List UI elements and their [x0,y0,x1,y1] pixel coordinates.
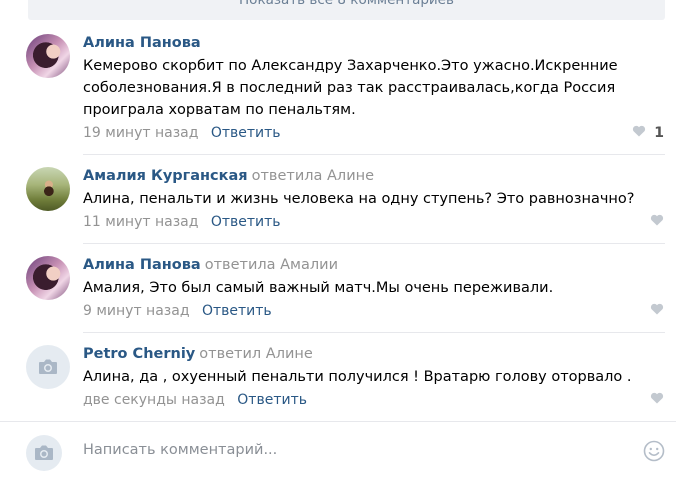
avatar[interactable] [26,345,70,389]
comment-time[interactable]: 9 минут назад [83,303,190,319]
comment-text-line: Алина, да , охуенный пенальти получился … [83,369,632,385]
comment-text-line: Амалия, Это был самый важный матч.Мы оче… [83,280,554,296]
comment-time[interactable]: 11 минут назад [83,214,198,230]
author-name[interactable]: Petro Cherniy [83,346,195,362]
reply-button[interactable]: Ответить [202,303,272,319]
comment-meta: две секунды назад Ответить [83,392,307,408]
comment-text-line: Кемерово скорбит по Александру Захарченк… [83,58,618,74]
comment-divider [83,332,665,333]
smile-icon [643,440,665,462]
heart-icon [650,392,664,408]
comment-meta: 11 минут назад Ответить [83,214,281,230]
comment-text: Алина, пенальти и жизнь человека на одну… [83,188,643,210]
composer-avatar [26,435,62,471]
like-button[interactable]: 1 [632,125,664,141]
comment-input[interactable]: Написать комментарий... [83,442,277,458]
comment-text: Амалия, Это был самый важный матч.Мы оче… [83,277,643,299]
author-name[interactable]: Амалия Курганская [83,168,248,184]
heart-icon [650,214,664,230]
reply-to-label[interactable]: ответил Алине [199,346,313,362]
show-all-comments-button[interactable]: Показать все 8 комментариев [28,0,665,20]
like-button[interactable] [650,214,664,230]
show-all-comments-label: Показать все 8 комментариев [239,0,454,8]
comment-text-line: проиграла хорватам по пенальтям. [83,102,356,118]
reply-button[interactable]: Ответить [211,125,281,141]
comment-text: Кемерово скорбит по Александру Захарченк… [83,55,643,121]
heart-icon [632,125,650,141]
like-button[interactable] [650,392,664,408]
comment-divider [83,154,665,155]
author-name[interactable]: Алина Панова [83,257,201,273]
comment-author[interactable]: Алина Панова [83,35,201,51]
comment-meta: 19 минут назад Ответить [83,125,281,141]
comment-author[interactable]: Алина Панова ответила Амалии [83,257,338,273]
comment-time[interactable]: 19 минут назад [83,125,198,141]
comment-author[interactable]: Petro Cherniy ответил Алине [83,346,313,362]
comment-text-line: Алина, пенальти и жизнь человека на одну… [83,191,635,207]
avatar[interactable] [26,256,70,300]
comment-meta: 9 минут назад Ответить [83,303,272,319]
reply-button[interactable]: Ответить [237,392,307,408]
comment-composer: Написать комментарий... [0,425,676,504]
comment-divider [83,243,665,244]
camera-icon [35,445,53,460]
comment-text-line: соболезнования.Я в последний раз так рас… [83,80,616,96]
reply-button[interactable]: Ответить [211,214,281,230]
avatar[interactable] [26,167,70,211]
composer-divider [0,421,676,422]
author-name[interactable]: Алина Панова [83,35,201,51]
emoji-button[interactable] [643,440,665,466]
avatar[interactable] [26,34,70,78]
comment-text: Алина, да , охуенный пенальти получился … [83,366,643,388]
comment-time[interactable]: две секунды назад [83,392,225,408]
heart-icon [650,303,664,319]
camera-icon [39,359,57,374]
reply-to-label[interactable]: ответила Амалии [205,257,338,273]
comment-author[interactable]: Амалия Курганская ответила Алине [83,168,374,184]
like-count: 1 [654,125,664,141]
reply-to-label[interactable]: ответила Алине [252,168,374,184]
like-button[interactable] [650,303,664,319]
